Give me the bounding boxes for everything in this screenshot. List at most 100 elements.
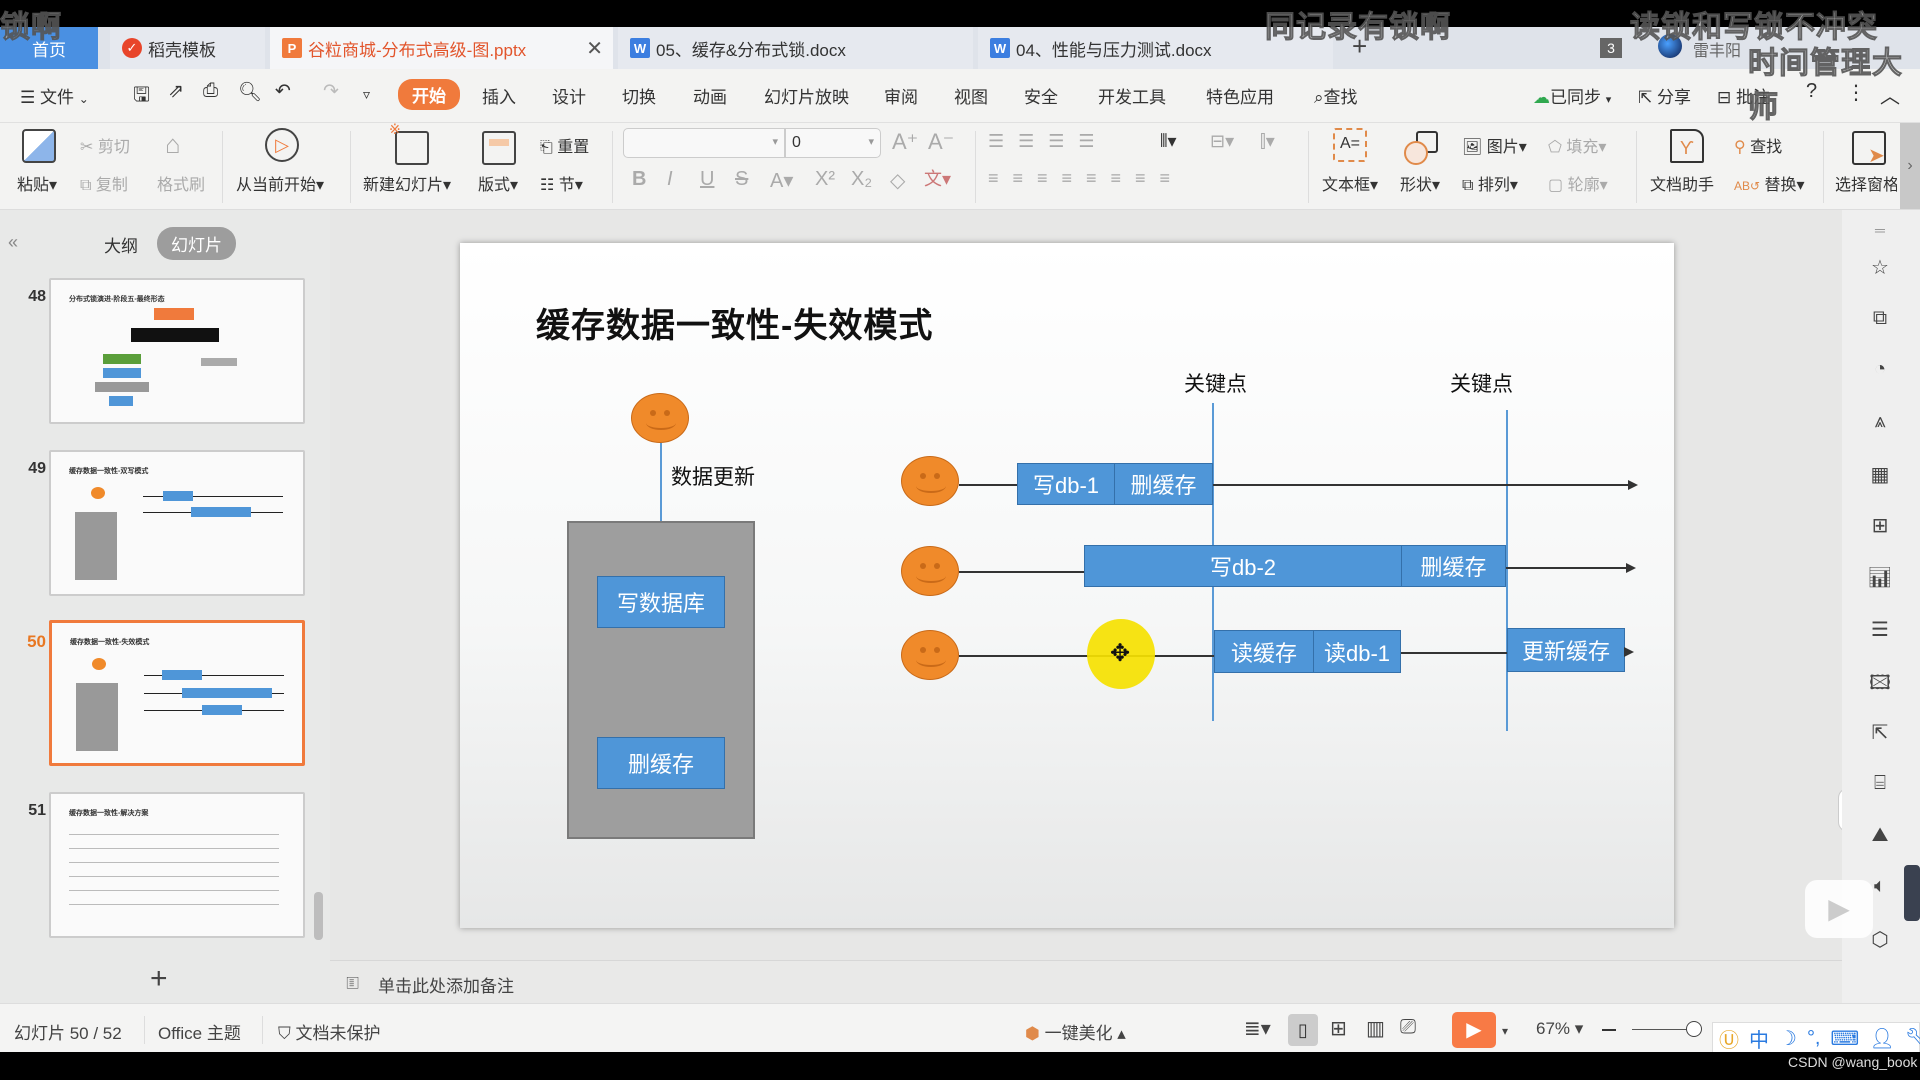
half-width-icon[interactable]: ☽ — [1779, 1026, 1797, 1051]
menu-search[interactable]: ⌕查找 — [1314, 83, 1358, 108]
new-slide-button[interactable]: 新建幻灯片▾ — [363, 171, 451, 195]
zoom-slider-track[interactable] — [1632, 1029, 1692, 1030]
bold-icon[interactable]: B — [632, 168, 646, 191]
table-icon[interactable]: ▦ — [1864, 462, 1896, 492]
menu-tab-slideshow[interactable]: 幻灯片放映 — [764, 83, 849, 108]
shape-button[interactable]: 形状▾ — [1400, 171, 1440, 195]
row2-delete-cache[interactable]: 删缓存 — [1401, 545, 1506, 587]
menu-tab-features[interactable]: 特色应用 — [1206, 83, 1274, 108]
replace-button[interactable]: AB↺ 替换▾ — [1734, 171, 1805, 195]
smiley-face-row1[interactable] — [901, 456, 959, 506]
add-slide-button[interactable]: + — [150, 962, 168, 996]
close-tab-icon[interactable]: ✕ — [586, 36, 603, 61]
textbox-button[interactable]: 文本框▾ — [1322, 171, 1378, 195]
fill-button[interactable]: ⬠ 填充▾ — [1548, 133, 1606, 157]
settings-wrench-icon[interactable]: 🔧︎ — [1905, 1026, 1920, 1051]
ribbon-scroll-right[interactable]: › — [1900, 123, 1920, 209]
clear-format-icon[interactable]: ◇ — [890, 168, 905, 193]
strikethrough-icon[interactable]: S — [735, 168, 748, 191]
paste-button[interactable]: 粘贴▾ — [17, 171, 57, 195]
one-click-beautify[interactable]: ⬢ 一键美化 ▴ — [1025, 1019, 1126, 1044]
slide-thumbnail-49[interactable]: 缓存数据一致性-双写模式 — [49, 450, 305, 596]
subscript-icon[interactable]: X₂ — [851, 168, 872, 191]
picture-library-icon[interactable]: 🖾 — [1864, 668, 1896, 698]
superscript-icon[interactable]: X² — [815, 168, 835, 191]
font-name-select[interactable]: ▾ — [623, 128, 785, 158]
image-icon[interactable]: ⛰ — [1864, 824, 1896, 854]
print-icon[interactable]: ⎙ — [203, 80, 218, 102]
sync-status[interactable]: ☁已同步 ▾ — [1533, 83, 1611, 108]
row1-delete-cache[interactable]: 删缓存 — [1114, 463, 1213, 505]
properties-icon[interactable]: ☰ — [1864, 617, 1896, 647]
shapes-icon[interactable]: ◔ — [1864, 358, 1896, 388]
ime-toolbar[interactable]: Ⓤ 中 ☽ °, ⌨ 👤︎ 🔧︎ — [1712, 1022, 1920, 1054]
tab-outline[interactable]: 大纲 — [104, 232, 138, 257]
row3-read-cache[interactable]: 读缓存 — [1214, 630, 1314, 673]
play-from-current-button[interactable]: 从当前开始▾ — [236, 171, 324, 195]
menu-tab-home[interactable]: 开始 — [398, 79, 460, 110]
slide-thumbnail-48[interactable]: 分布式锁演进-阶段五-最终形态 — [49, 278, 305, 424]
chart-icon[interactable]: 📊︎ — [1864, 565, 1896, 595]
outline-button[interactable]: ▢ 轮廓▾ — [1548, 171, 1608, 195]
slide-sorter-icon[interactable]: ⊞ — [1330, 1016, 1347, 1041]
user-icon[interactable]: 👤︎ — [1869, 1026, 1894, 1051]
menu-tab-insert[interactable]: 插入 — [482, 83, 516, 108]
document-protection[interactable]: ⛉ 文档未保护 — [278, 1019, 380, 1044]
smiley-face-row2[interactable] — [901, 546, 959, 596]
write-db-box[interactable]: 写数据库 — [597, 576, 725, 628]
menu-tab-developer[interactable]: 开发工具 — [1098, 83, 1166, 108]
save-icon[interactable]: 🖫 — [133, 80, 150, 114]
row3-update-cache[interactable]: 更新缓存 — [1507, 628, 1625, 672]
menu-tab-transition[interactable]: 切换 — [622, 83, 656, 108]
keyboard-icon[interactable]: ⌨ — [1831, 1026, 1860, 1051]
undo-icon[interactable]: ↶ — [275, 80, 291, 103]
play-slideshow-button[interactable]: ▶ — [1452, 1012, 1496, 1048]
export-icon[interactable]: ⇗ — [168, 80, 184, 103]
collapse-panel-icon[interactable]: « — [8, 232, 18, 253]
arrange-button[interactable]: ⧉ 排列▾ — [1462, 171, 1518, 195]
theme-name[interactable]: Office 主题 — [158, 1019, 241, 1044]
redo-icon[interactable]: ↷ — [323, 80, 339, 103]
row1-write-db-1[interactable]: 写db-1 — [1017, 463, 1115, 505]
align-text-icon[interactable]: ⊟▾ — [1210, 131, 1234, 152]
copy-button[interactable]: ⧉ 复制 — [80, 171, 128, 195]
font-color-icon[interactable]: A▾ — [770, 168, 793, 193]
reading-view-icon[interactable]: ▥ — [1366, 1016, 1385, 1041]
normal-view-icon[interactable]: ▯ — [1288, 1014, 1318, 1046]
find-button[interactable]: ⚲ 查找 — [1734, 133, 1782, 157]
tab-docx-cache-lock[interactable]: W 05、缓存&分布式锁.docx — [618, 27, 973, 69]
panel-scrollbar-thumb[interactable] — [314, 892, 323, 940]
menu-tab-view[interactable]: 视图 — [954, 83, 988, 108]
phonetic-guide-icon[interactable]: 文▾ — [924, 165, 951, 191]
zoom-out-button[interactable] — [1602, 1029, 1616, 1031]
file-menu[interactable]: ☰ 文件 ⌄ — [20, 83, 89, 108]
reset-button[interactable]: ⎗ 重置 — [540, 133, 589, 157]
alignment-icons[interactable]: ≡≡≡≡≡≡≡≡ — [988, 168, 1184, 189]
share-export-icon[interactable]: ⇱ — [1864, 720, 1896, 750]
notes-area[interactable]: 🗉 单击此处添加备注 — [330, 960, 1842, 1003]
key-point-label-1[interactable]: 关键点 — [1184, 368, 1247, 398]
database-container[interactable] — [567, 521, 755, 839]
slide-switch-icon[interactable]: ⧉ — [1864, 307, 1896, 337]
quick-access-dropdown-icon[interactable]: ▿ — [363, 86, 370, 103]
data-update-label[interactable]: 数据更新 — [671, 461, 755, 491]
slide-title[interactable]: 缓存数据一致性-失效模式 — [536, 298, 933, 347]
text-art-icon[interactable]: ⩓ — [1864, 410, 1896, 440]
paste-icon[interactable] — [22, 129, 56, 163]
section-button[interactable]: ☷ 节▾ — [540, 171, 583, 195]
print-preview-icon[interactable]: 🔍︎ — [238, 80, 262, 104]
recording-icon[interactable]: ⎚ — [1400, 1016, 1416, 1039]
italic-icon[interactable]: I — [667, 168, 673, 191]
layout-button[interactable]: 版式▾ — [478, 171, 518, 195]
smart-art-icon[interactable]: ⫿▾ — [1260, 131, 1275, 152]
menu-tab-security[interactable]: 安全 — [1024, 83, 1058, 108]
underline-icon[interactable]: U — [700, 168, 714, 191]
cut-button[interactable]: ✂ 剪切 — [80, 133, 130, 157]
zoom-level[interactable]: 67% ▾ — [1536, 1019, 1583, 1039]
menu-tab-design[interactable]: 设计 — [552, 83, 586, 108]
punctuation-icon[interactable]: °, — [1807, 1027, 1821, 1050]
key-point-label-2[interactable]: 关键点 — [1450, 368, 1513, 398]
format-painter-button[interactable]: 格式刷 — [157, 171, 205, 195]
picture-button[interactable]: 🖼︎ 图片▾ — [1462, 133, 1527, 157]
components-icon[interactable]: ⊞ — [1864, 513, 1896, 543]
